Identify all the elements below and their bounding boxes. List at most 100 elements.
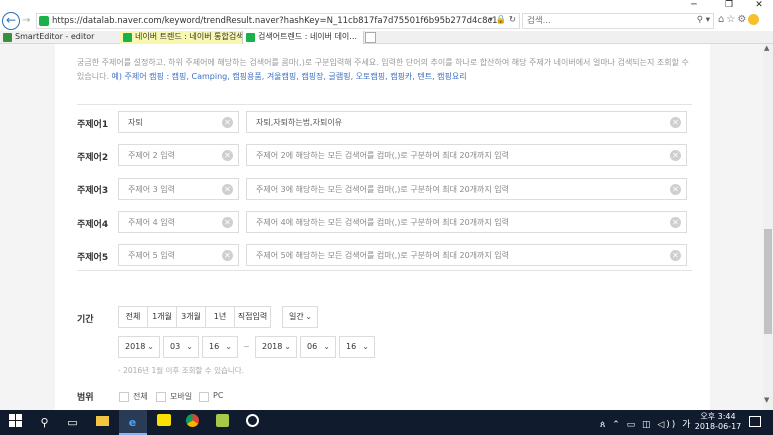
interval-select[interactable]: 일간 ⌄ [282, 306, 318, 328]
restore-icon[interactable]: ❐ [715, 0, 743, 11]
notification-icon[interactable] [749, 416, 761, 427]
kakaotalk-icon[interactable] [155, 414, 172, 431]
scroll-up-icon[interactable]: ▲ [764, 44, 769, 52]
period-all-button[interactable]: 전체 [118, 306, 148, 328]
end-day-select[interactable]: 16 ⌄ [339, 336, 375, 358]
system-tray-icons[interactable]: ጰ ⌃ ▭ ◫ ◁)) 가 [600, 417, 692, 430]
topic-4-name-field[interactable]: 주제어 4 입력 ✕ [118, 211, 239, 233]
scroll-down-icon[interactable]: ▼ [764, 396, 769, 404]
search-icon[interactable]: ⚲ [36, 414, 53, 431]
tab-favicon-icon [3, 33, 12, 42]
taskbar-clock[interactable]: 오후 3:44 2018-06-17 [693, 412, 743, 432]
url-controls[interactable]: ▾ 🔒 ↻ [489, 15, 516, 25]
topic-3-name-field[interactable]: 주제어 3 입력 ✕ [118, 178, 239, 200]
browser-search-box[interactable]: ⚲ ▾ [522, 13, 714, 29]
favorites-star-icon[interactable]: ☆ [726, 14, 737, 25]
start-year-value: 2018 [125, 342, 146, 351]
settings-gear-icon[interactable]: ⚙ [737, 14, 748, 25]
intro-description: 궁금한 주제어를 설정하고, 하위 주제어에 해당하는 검색어를 콤마(,)로 … [77, 56, 692, 84]
divider [77, 104, 692, 105]
end-year-select[interactable]: 2018 ⌄ [255, 336, 297, 358]
tab-label: SmartEditor - editor [15, 32, 95, 41]
end-month-select[interactable]: 06 ⌄ [300, 336, 336, 358]
interval-value: 일간 [289, 312, 304, 321]
minimize-icon[interactable]: ─ [680, 0, 708, 11]
chevron-down-icon: ⌄ [186, 342, 193, 351]
topic-5-name-placeholder: 주제어 5 입력 [128, 251, 175, 260]
period-label: 기간 [77, 315, 94, 325]
smiley-feedback-icon[interactable] [748, 14, 760, 25]
topic-2-keywords-placeholder: 주제어 2에 해당하는 모든 검색어를 컴마(,)로 구분하여 최대 20개까지… [256, 151, 510, 160]
topic-4-label: 주제어4 [77, 220, 109, 230]
chevron-down-icon: ⌄ [225, 342, 232, 351]
task-view-icon[interactable]: ▭ [64, 414, 81, 431]
scope-mobile-label: 모바일 [170, 392, 193, 401]
clear-icon[interactable]: ✕ [670, 117, 681, 128]
tab-label: 네이버 트렌드 : 네이버 통합검색 [135, 32, 242, 41]
scrollbar-thumb[interactable] [764, 229, 772, 334]
scope-all-checkbox[interactable] [119, 392, 129, 402]
search-icon[interactable]: ⚲ ▾ [697, 15, 710, 25]
site-favicon-icon [39, 16, 49, 26]
browser-toolbar-icons[interactable]: ⌂☆⚙ [718, 14, 760, 25]
back-button[interactable]: ← [2, 12, 20, 30]
topic-2-name-field[interactable]: 주제어 2 입력 ✕ [118, 144, 239, 166]
scope-pc-checkbox[interactable] [199, 392, 209, 402]
topic-5-name-field[interactable]: 주제어 5 입력 ✕ [118, 244, 239, 266]
chevron-down-icon: ⌄ [305, 312, 312, 321]
file-explorer-icon[interactable] [94, 414, 111, 431]
end-day-value: 16 [346, 342, 357, 351]
chrome-icon[interactable] [184, 414, 201, 431]
topic-3-keywords-placeholder: 주제어 3에 해당하는 모든 검색어를 컴마(,)로 구분하여 최대 20개까지… [256, 185, 510, 194]
start-year-select[interactable]: 2018 ⌄ [118, 336, 160, 358]
internet-explorer-icon[interactable]: e [124, 414, 141, 431]
start-day-select[interactable]: 16 ⌄ [202, 336, 238, 358]
close-window-icon[interactable]: ✕ [745, 0, 773, 11]
clear-icon[interactable]: ✕ [222, 150, 233, 161]
keyword-trend-panel: 궁금한 주제어를 설정하고, 하위 주제어에 해당하는 검색어를 콤마(,)로 … [55, 44, 710, 410]
tab-smarteditor[interactable]: SmartEditor - editor [0, 31, 118, 44]
start-month-select[interactable]: 03 ⌄ [163, 336, 199, 358]
clear-icon[interactable]: ✕ [670, 184, 681, 195]
new-tab-button[interactable] [365, 32, 376, 43]
tab-favicon-icon [246, 33, 255, 42]
end-year-value: 2018 [262, 342, 283, 351]
url-text: https://datalab.naver.com/keyword/trendR… [52, 16, 503, 26]
url-field[interactable]: https://datalab.naver.com/keyword/trendR… [36, 13, 520, 29]
forward-button[interactable]: → [22, 15, 34, 27]
page-content: 궁금한 주제어를 설정하고, 하위 주제어에 해당하는 검색어를 콤마(,)로 … [0, 44, 773, 410]
topic-3-label: 주제어3 [77, 186, 109, 196]
clear-icon[interactable]: ✕ [670, 150, 681, 161]
windows-taskbar: ⚲ ▭ e ጰ ⌃ ▭ ◫ ◁)) 가 오후 3:44 2018-06-17 [0, 410, 773, 435]
topic-1-keywords-field[interactable]: 자퇴,자퇴하는법,자퇴이유 ✕ [246, 111, 687, 133]
topic-5-keywords-field[interactable]: 주제어 5에 해당하는 모든 검색어를 컴마(,)로 구분하여 최대 20개까지… [246, 244, 687, 266]
period-1month-button[interactable]: 1개월 [147, 306, 177, 328]
scope-pc-label: PC [213, 391, 224, 400]
intro-example: 예) 주제어 캠핑 : 캠핑, Camping, 캠핑용품, 겨울캠핑, 캠핑장… [111, 72, 467, 81]
vertical-scrollbar[interactable]: ▲ ▼ [763, 44, 773, 410]
topic-1-name-field[interactable]: 자퇴 ✕ [118, 111, 239, 133]
browser-search-input[interactable] [527, 15, 677, 27]
clear-icon[interactable]: ✕ [222, 217, 233, 228]
windows-start-icon[interactable] [7, 414, 24, 431]
section-divider [77, 270, 692, 271]
topic-3-keywords-field[interactable]: 주제어 3에 해당하는 모든 검색어를 컴마(,)로 구분하여 최대 20개까지… [246, 178, 687, 200]
clear-icon[interactable]: ✕ [670, 217, 681, 228]
topic-4-keywords-field[interactable]: 주제어 4에 해당하는 모든 검색어를 컴마(,)로 구분하여 최대 20개까지… [246, 211, 687, 233]
scope-all-label: 전체 [133, 392, 148, 401]
clear-icon[interactable]: ✕ [670, 250, 681, 261]
scope-mobile-checkbox[interactable] [156, 392, 166, 402]
topic-1-label: 주제어1 [77, 120, 109, 130]
clear-icon[interactable]: ✕ [222, 117, 233, 128]
tab-naver-trend[interactable]: 네이버 트렌드 : 네이버 통합검색 [120, 31, 242, 44]
topic-3-name-placeholder: 주제어 3 입력 [128, 185, 175, 194]
period-3month-button[interactable]: 3개월 [176, 306, 206, 328]
period-custom-button[interactable]: 직접입력 [234, 306, 271, 328]
topic-2-keywords-field[interactable]: 주제어 2에 해당하는 모든 검색어를 컴마(,)로 구분하여 최대 20개까지… [246, 144, 687, 166]
period-1year-button[interactable]: 1년 [205, 306, 235, 328]
clear-icon[interactable]: ✕ [222, 250, 233, 261]
app-icon[interactable] [214, 414, 231, 431]
tab-keyword-trend[interactable]: 검색어트렌드 : 네이버 데이... [242, 31, 364, 44]
clear-icon[interactable]: ✕ [222, 184, 233, 195]
media-app-icon[interactable] [244, 414, 261, 431]
